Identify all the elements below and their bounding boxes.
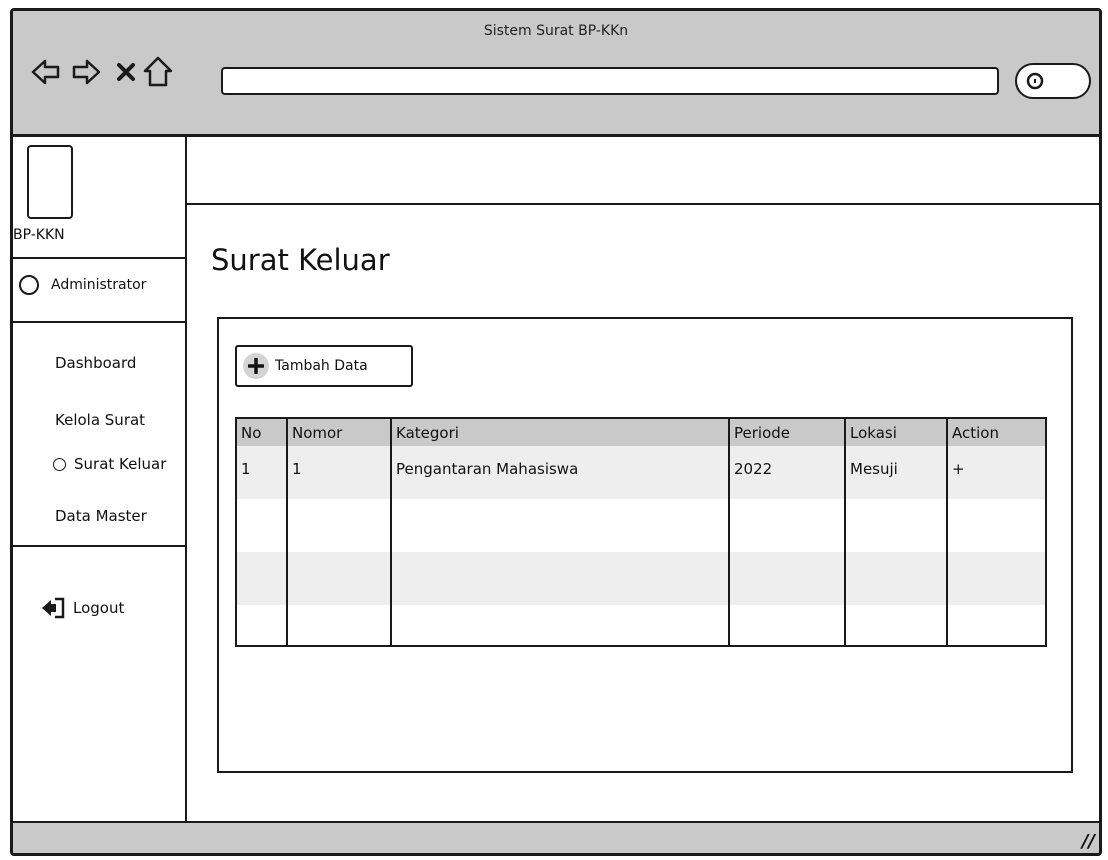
table-row-empty bbox=[237, 552, 1045, 605]
radio-icon bbox=[53, 457, 66, 471]
browser-window: Sistem Surat BP-KKn BP-KKN Administrator… bbox=[10, 8, 1102, 856]
page-title: Surat Keluar bbox=[211, 243, 390, 277]
add-data-label: Tambah Data bbox=[275, 358, 368, 374]
table-row-empty bbox=[237, 499, 1045, 552]
status-bar: // bbox=[13, 821, 1099, 853]
window-title: Sistem Surat BP-KKn bbox=[483, 23, 629, 39]
sidebar-subitem-label: Surat Keluar bbox=[74, 455, 167, 473]
sidebar-divider bbox=[13, 545, 187, 547]
logout-icon bbox=[42, 597, 65, 619]
logout-label: Logout bbox=[73, 599, 125, 617]
column-header-action[interactable]: Action bbox=[947, 419, 1045, 446]
close-icon[interactable] bbox=[109, 55, 143, 89]
data-table: No Nomor Kategori Periode Lokasi Action … bbox=[235, 417, 1047, 647]
cell-nomor: 1 bbox=[287, 446, 392, 499]
column-header-periode[interactable]: Periode bbox=[729, 419, 846, 446]
add-data-button[interactable]: Tambah Data bbox=[235, 345, 413, 387]
column-header-no[interactable]: No bbox=[237, 419, 288, 446]
cell-lokasi: Mesuji bbox=[845, 446, 948, 499]
cell-kategori: Pengantaran Mahasiswa bbox=[391, 446, 730, 499]
cell-periode: 2022 bbox=[729, 446, 846, 499]
brand-name: BP-KKN bbox=[13, 227, 65, 243]
column-header-nomor[interactable]: Nomor bbox=[287, 419, 392, 446]
back-arrow-icon[interactable] bbox=[29, 55, 63, 89]
cell-no: 1 bbox=[237, 446, 288, 499]
column-header-kategori[interactable]: Kategori bbox=[391, 419, 730, 446]
search-button[interactable] bbox=[1015, 63, 1091, 99]
logout-button[interactable]: Logout bbox=[41, 597, 124, 619]
address-bar[interactable] bbox=[221, 67, 999, 95]
resize-grip-icon[interactable]: // bbox=[1082, 831, 1095, 852]
sidebar: BP-KKN Administrator Dashboard Kelola Su… bbox=[13, 137, 187, 821]
user-profile[interactable]: Administrator bbox=[19, 275, 146, 295]
sidebar-item-dashboard[interactable]: Dashboard bbox=[55, 354, 136, 372]
header-divider bbox=[187, 203, 1099, 205]
table-header-row: No Nomor Kategori Periode Lokasi Action bbox=[237, 419, 1045, 446]
content-panel: Tambah Data No Nomor Kategori Periode Lo… bbox=[217, 317, 1073, 773]
sidebar-item-kelola-surat[interactable]: Kelola Surat bbox=[55, 411, 145, 429]
table-row-empty bbox=[237, 605, 1045, 645]
sidebar-divider bbox=[13, 257, 187, 259]
browser-chrome: Sistem Surat BP-KKn bbox=[13, 11, 1099, 137]
user-name: Administrator bbox=[51, 277, 147, 293]
home-icon[interactable] bbox=[141, 55, 175, 89]
logo-placeholder bbox=[27, 145, 73, 219]
sidebar-divider bbox=[13, 321, 187, 323]
search-icon bbox=[1026, 72, 1044, 90]
sidebar-item-data-master[interactable]: Data Master bbox=[55, 507, 147, 525]
sidebar-subitem-surat-keluar[interactable]: Surat Keluar bbox=[53, 455, 166, 473]
avatar bbox=[19, 275, 39, 295]
cell-action-add[interactable]: + bbox=[947, 446, 1045, 499]
forward-arrow-icon[interactable] bbox=[69, 55, 103, 89]
column-header-lokasi[interactable]: Lokasi bbox=[845, 419, 948, 446]
plus-icon bbox=[243, 353, 269, 379]
table-row[interactable]: 1 1 Pengantaran Mahasiswa 2022 Mesuji + bbox=[237, 446, 1045, 499]
